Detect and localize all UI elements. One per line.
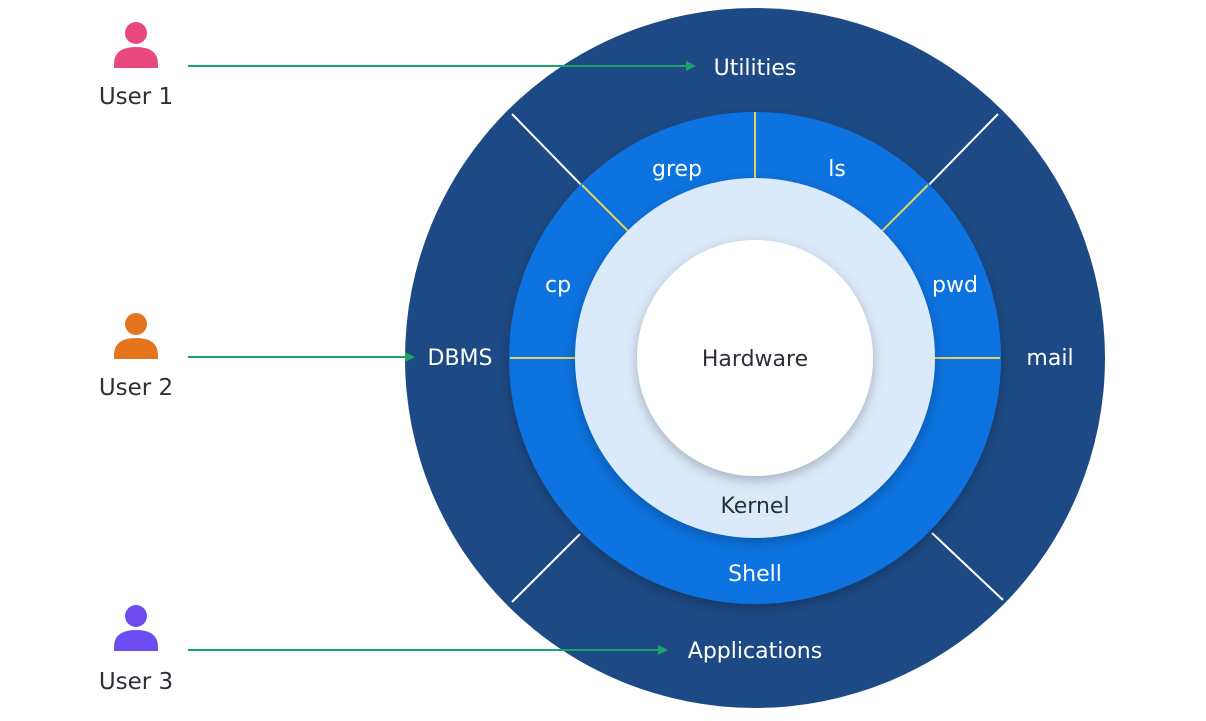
user-3: User 3: [99, 605, 173, 695]
grep-label: grep: [652, 157, 702, 182]
ls-label: ls: [828, 157, 846, 182]
user-1-body: [114, 47, 158, 68]
user-2-body: [114, 338, 158, 359]
applications-label: Applications: [688, 639, 822, 664]
unix-architecture-diagram: Utilities mail Applications DBMS grep ls…: [0, 0, 1206, 721]
user-1: User 1: [99, 22, 173, 110]
cp-label: cp: [545, 273, 571, 298]
user-2-avatar-icon: [114, 313, 158, 359]
pwd-label: pwd: [932, 273, 978, 298]
hardware-label: Hardware: [702, 347, 808, 372]
user-1-label: User 1: [99, 84, 173, 110]
dbms-label: DBMS: [428, 346, 493, 371]
user-3-avatar-icon: [114, 605, 158, 651]
user-2-label: User 2: [99, 375, 173, 401]
user-3-body: [114, 630, 158, 651]
user-2: User 2: [99, 313, 173, 401]
kernel-label: Kernel: [720, 494, 789, 519]
user-1-avatar-icon: [114, 22, 158, 68]
mail-label: mail: [1026, 346, 1073, 371]
diagram-canvas: Utilities mail Applications DBMS grep ls…: [99, 8, 1105, 708]
user-3-label: User 3: [99, 669, 173, 695]
shell-label: Shell: [728, 562, 782, 587]
user-1-head: [125, 22, 147, 44]
user-3-head: [125, 605, 147, 627]
utilities-label: Utilities: [714, 56, 797, 81]
user-2-head: [125, 313, 147, 335]
